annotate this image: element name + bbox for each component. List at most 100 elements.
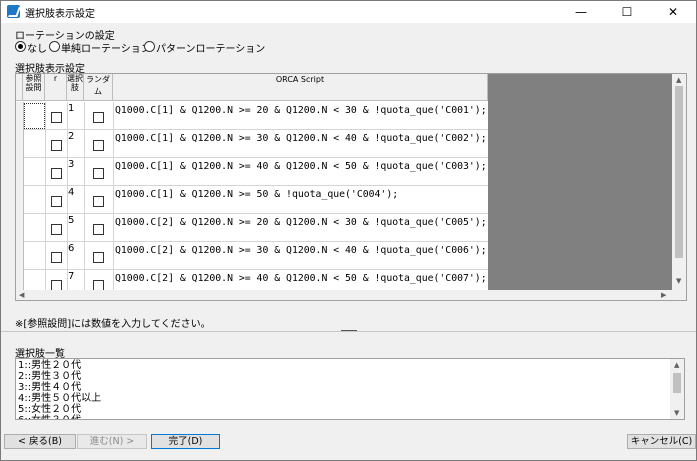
choices-scroll-up-icon[interactable]: ▲ [674, 361, 679, 369]
r-checkbox[interactable] [51, 224, 62, 235]
ref-question-cell[interactable] [23, 158, 46, 186]
choice-number: 4 [68, 187, 75, 198]
scroll-down-icon[interactable]: ▼ [676, 277, 681, 285]
choice-number: 2 [68, 131, 75, 142]
r-checkbox[interactable] [51, 168, 62, 179]
dialog-window: 選択肢表示設定 — ☐ ✕ ローテーションの設定 なし 単純ローテーション パタ… [0, 0, 697, 461]
r-cell[interactable] [45, 158, 68, 186]
scroll-left-icon[interactable]: ◀ [19, 291, 24, 299]
choice-number: 7 [68, 271, 75, 282]
r-cell[interactable] [45, 130, 68, 158]
list-item: 6::女性３０代 [18, 415, 81, 419]
window-title: 選択肢表示設定 [25, 9, 95, 20]
ref-question-cell[interactable] [23, 186, 46, 214]
random-checkbox[interactable] [93, 196, 104, 207]
grid-vscroll-thumb[interactable] [675, 86, 683, 258]
ref-question-cell[interactable] [23, 242, 46, 270]
choices-list[interactable]: 1::男性２０代 2::男性３０代 3::男性４０代 4::男性５０代以上 5::女性２… [15, 358, 685, 420]
orca-script-cell[interactable]: Q1000.C[1] & Q1200.N >= 30 & Q1200.N < 4… [115, 133, 487, 144]
splitter-grip-icon[interactable] [341, 330, 357, 331]
r-cell[interactable] [45, 242, 68, 270]
close-button[interactable]: ✕ [650, 1, 696, 23]
choice-number-cell: 4 [67, 186, 85, 214]
radio-pattern-rotation[interactable] [144, 41, 155, 52]
random-checkbox[interactable] [93, 252, 104, 263]
next-button[interactable]: 進む(N) > [77, 434, 147, 449]
table-row[interactable]: 4 Q1000.C[1] & Q1200.N >= 50 & !quota_que… [16, 186, 488, 214]
table-row[interactable]: 2 Q1000.C[1] & Q1200.N >= 30 & Q1200.N < … [16, 130, 488, 158]
grid-empty-area [488, 74, 686, 300]
random-checkbox[interactable] [93, 224, 104, 235]
r-checkbox[interactable] [51, 196, 62, 207]
list-item: 1::男性２０代 [18, 360, 82, 371]
minimize-button[interactable]: — [558, 1, 604, 23]
choice-number: 3 [68, 159, 75, 170]
random-cell[interactable] [84, 130, 114, 158]
header-random[interactable]: ランダム [84, 74, 113, 101]
ref-question-cell[interactable] [23, 214, 46, 242]
choice-number: 5 [68, 215, 75, 226]
random-checkbox[interactable] [93, 140, 104, 151]
random-checkbox[interactable] [93, 112, 104, 123]
cancel-button[interactable]: キャンセル(C) [627, 434, 696, 449]
choice-number-cell: 3 [67, 158, 85, 186]
choice-number-cell: 6 [67, 242, 85, 270]
radio-pattern-rotation-label: パターンローテーション [156, 44, 266, 55]
back-button[interactable]: < 戻る(B) [4, 434, 76, 449]
choice-number: 1 [68, 103, 75, 114]
random-checkbox[interactable] [93, 168, 104, 179]
title-bar: 選択肢表示設定 — ☐ ✕ [1, 1, 696, 23]
grid-vertical-scrollbar[interactable]: ▲ ▼ [672, 74, 686, 300]
header-ref-question[interactable]: 参照 設問 [23, 74, 45, 101]
finish-button[interactable]: 完了(D) [151, 434, 220, 449]
random-cell[interactable] [84, 242, 114, 270]
list-item: 2::男性３０代 [18, 371, 82, 382]
r-checkbox[interactable] [51, 140, 62, 151]
choice-display-grid: 参照 設問 r 選択肢 ランダム ORCA Script 1 Q1000.C[1]… [15, 73, 687, 301]
orca-script-cell[interactable]: Q1000.C[2] & Q1200.N >= 30 & Q1200.N < 4… [115, 245, 487, 256]
r-cell[interactable] [45, 214, 68, 242]
orca-script-cell[interactable]: Q1000.C[1] & Q1200.N >= 40 & Q1200.N < 5… [115, 161, 487, 172]
random-cell[interactable] [84, 214, 114, 242]
r-cell[interactable] [45, 186, 68, 214]
random-cell[interactable] [84, 158, 114, 186]
r-cell[interactable] [45, 102, 68, 130]
splitter[interactable] [1, 331, 696, 334]
choice-number-cell: 2 [67, 130, 85, 158]
orca-script-cell[interactable]: Q1000.C[1] & Q1200.N >= 50 & !quota_que(… [115, 189, 398, 200]
radio-simple-rotation-label: 単純ローテーション [61, 44, 151, 55]
scroll-right-icon[interactable]: ▶ [661, 291, 666, 299]
r-checkbox[interactable] [51, 252, 62, 263]
orca-script-cell[interactable]: Q1000.C[1] & Q1200.N >= 20 & Q1200.N < 3… [115, 105, 487, 116]
choices-vscroll-thumb[interactable] [673, 373, 681, 393]
table-row[interactable]: 6 Q1000.C[2] & Q1200.N >= 30 & Q1200.N < … [16, 242, 488, 270]
list-item: 4::男性５０代以上 [18, 393, 102, 404]
random-cell[interactable] [84, 102, 114, 130]
list-item: 5::女性２０代 [18, 404, 82, 415]
orca-script-cell[interactable]: Q1000.C[2] & Q1200.N >= 20 & Q1200.N < 3… [115, 217, 487, 228]
r-checkbox[interactable] [51, 112, 62, 123]
grid-note: ※[参照設問]には数値を入力してください。 [15, 319, 211, 330]
choices-scroll-down-icon[interactable]: ▼ [674, 409, 679, 417]
choice-number-cell: 1 [67, 102, 85, 130]
choices-vertical-scrollbar[interactable]: ▲ ▼ [670, 359, 684, 419]
header-r[interactable]: r [45, 74, 67, 101]
maximize-button[interactable]: ☐ [604, 1, 650, 23]
header-orca-script[interactable]: ORCA Script [113, 74, 488, 101]
radio-none-label: なし [27, 44, 47, 55]
table-row[interactable]: 1 Q1000.C[1] & Q1200.N >= 20 & Q1200.N < … [16, 102, 488, 130]
orca-script-cell[interactable]: Q1000.C[2] & Q1200.N >= 40 & Q1200.N < 5… [115, 273, 487, 284]
table-row[interactable]: 3 Q1000.C[1] & Q1200.N >= 40 & Q1200.N < … [16, 158, 488, 186]
header-choice[interactable]: 選択肢 [67, 74, 84, 101]
list-item: 3::男性４０代 [18, 382, 82, 393]
app-icon [7, 5, 20, 18]
ref-question-cell[interactable] [23, 102, 46, 130]
scroll-up-icon[interactable]: ▲ [676, 76, 681, 84]
radio-none[interactable] [15, 41, 26, 52]
grid-horizontal-scrollbar[interactable]: ◀ ▶ [16, 290, 672, 300]
ref-question-cell[interactable] [23, 130, 46, 158]
radio-simple-rotation[interactable] [49, 41, 60, 52]
random-cell[interactable] [84, 186, 114, 214]
table-row[interactable]: 5 Q1000.C[2] & Q1200.N >= 20 & Q1200.N < … [16, 214, 488, 242]
choice-number: 6 [68, 243, 75, 254]
